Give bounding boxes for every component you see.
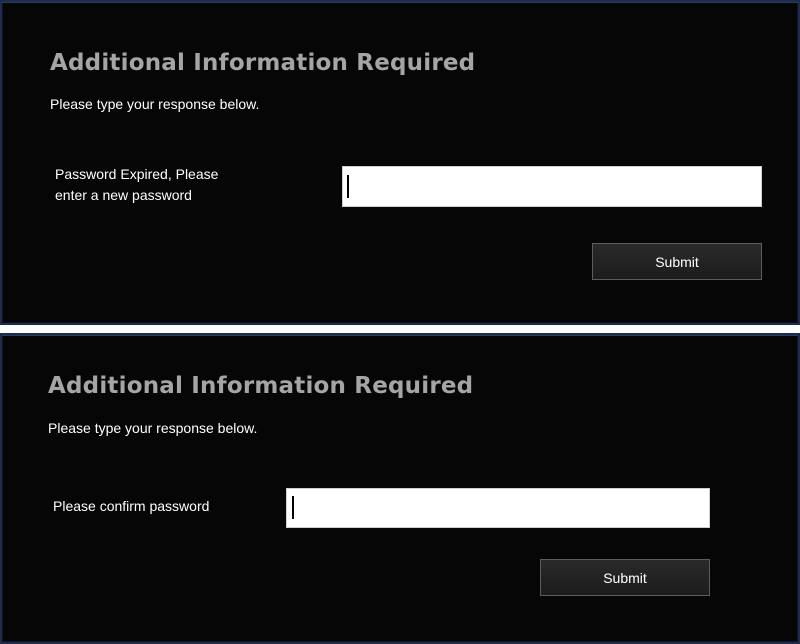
panel-title: Additional Information Required xyxy=(50,50,476,76)
confirm-password-label: Please confirm password xyxy=(53,498,210,514)
submit-button[interactable]: Submit xyxy=(592,243,762,280)
confirm-password-panel: Additional Information Required Please t… xyxy=(0,333,800,644)
new-password-label: Password Expired, Please enter a new pas… xyxy=(55,164,218,206)
new-password-panel: Additional Information Required Please t… xyxy=(0,0,800,325)
new-password-label-line1: Password Expired, Please xyxy=(55,166,219,182)
new-password-label-line2: enter a new password xyxy=(55,187,192,203)
panel-title: Additional Information Required xyxy=(48,373,474,399)
new-password-input[interactable] xyxy=(342,166,762,207)
panel-subtitle: Please type your response below. xyxy=(50,96,260,112)
text-cursor xyxy=(292,496,294,519)
panel-subtitle: Please type your response below. xyxy=(48,420,258,436)
submit-button[interactable]: Submit xyxy=(540,559,710,596)
confirm-password-input[interactable] xyxy=(286,488,710,528)
text-cursor xyxy=(347,175,349,198)
